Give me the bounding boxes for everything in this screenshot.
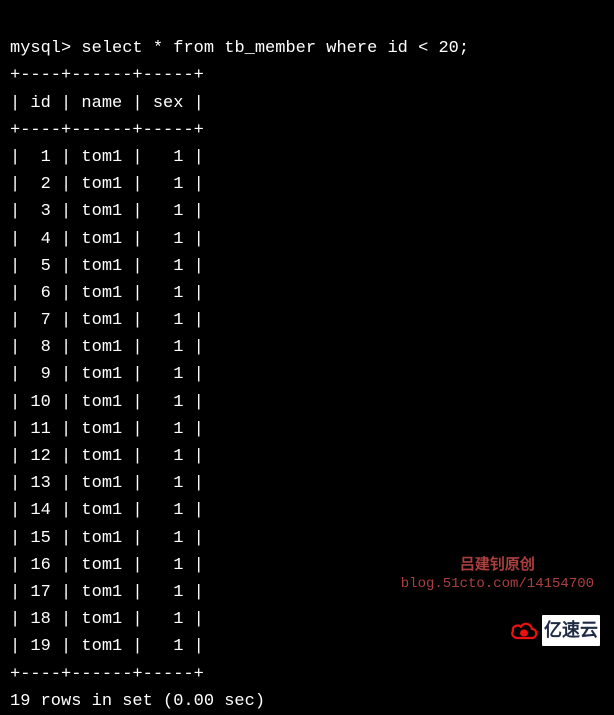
prompt: mysql> select * from tb_member where id … bbox=[10, 39, 469, 58]
table-border-bottom: +----+------+-----+ bbox=[10, 665, 204, 684]
table-header-row: | id | name | sex | bbox=[10, 94, 204, 113]
sql-query: select * from tb_member where id < 20; bbox=[81, 39, 469, 58]
mysql-terminal[interactable]: mysql> select * from tb_member where id … bbox=[10, 8, 604, 715]
table-border-mid: +----+------+-----+ bbox=[10, 121, 204, 140]
result-summary: 19 rows in set (0.00 sec) bbox=[10, 692, 265, 711]
table-rows: | 1 | tom1 | 1 | | 2 | tom1 | 1 | | 3 | … bbox=[10, 148, 204, 656]
table-border-top: +----+------+-----+ bbox=[10, 66, 204, 85]
